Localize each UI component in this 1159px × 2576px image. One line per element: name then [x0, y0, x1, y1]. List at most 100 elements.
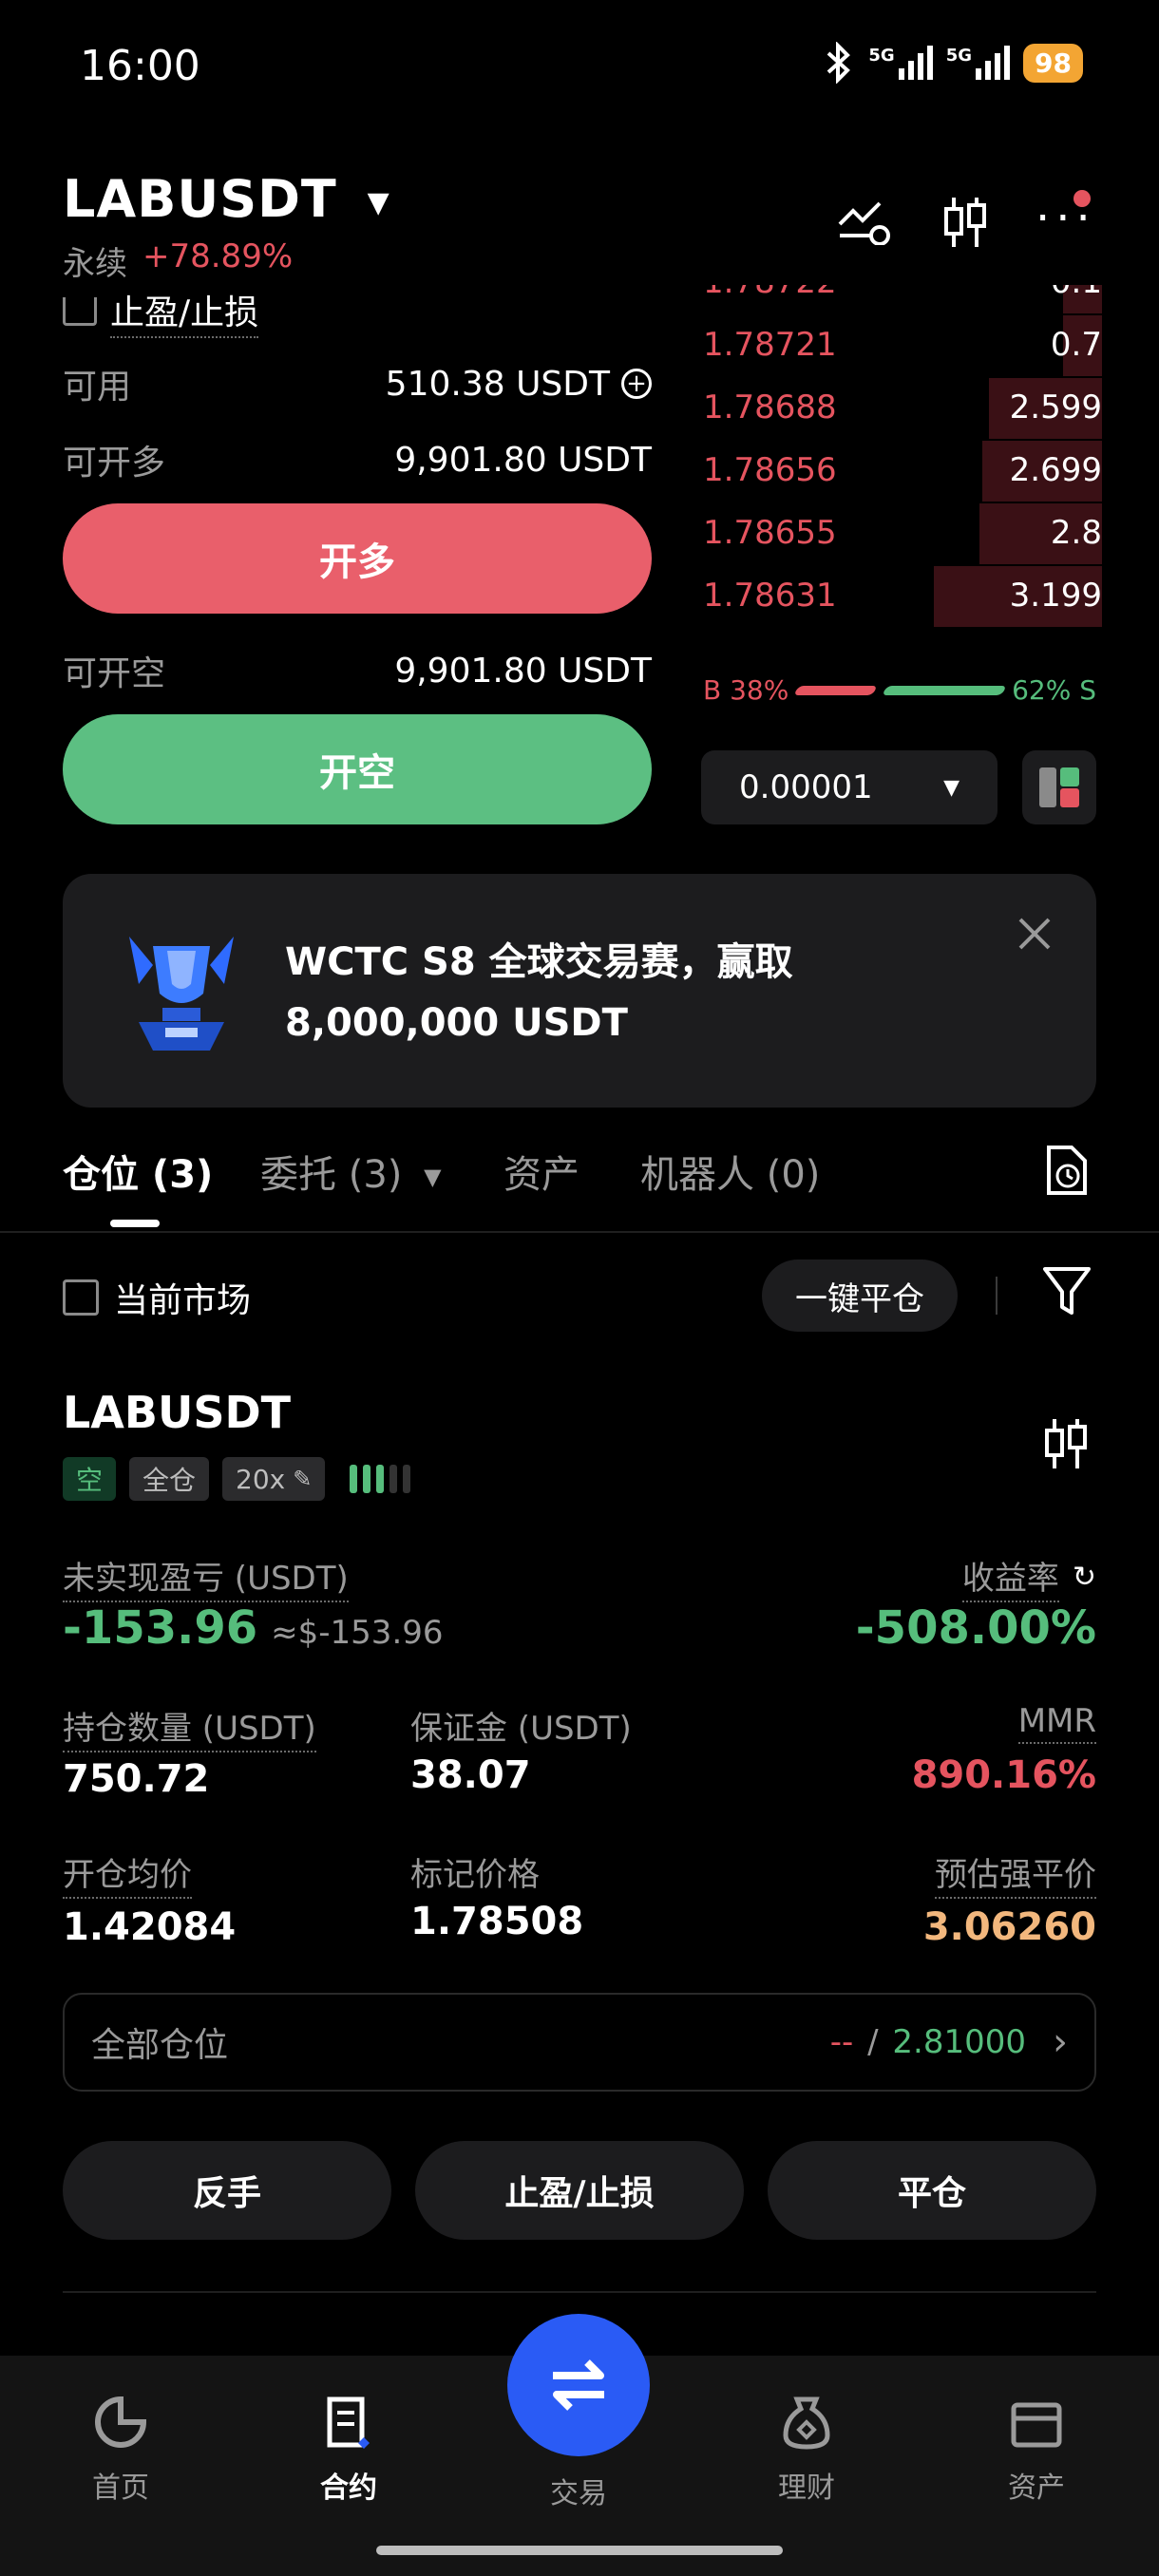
nav-earn[interactable]: 理财 [750, 2394, 864, 2506]
ask-price: 1.78721 [703, 326, 837, 364]
ask-price: 1.78631 [703, 577, 837, 615]
margin-value: 38.07 [410, 1753, 531, 1797]
chart-indicator-icon[interactable] [836, 198, 895, 245]
tpsl-checkbox[interactable] [63, 297, 97, 326]
nav-futures[interactable]: 合约 [292, 2394, 406, 2506]
entry-price-label: 开仓均价 [63, 1848, 192, 1899]
trophy-icon [129, 937, 234, 1051]
history-icon[interactable] [1043, 1144, 1091, 1197]
home-icon [95, 2396, 147, 2448]
nav-trade-label: 交易 [550, 2477, 607, 2510]
can-long-value: 9,901.80 USDT [394, 440, 652, 480]
available-row: 可用 510.38 USDT + [63, 359, 652, 408]
layout-icon [1039, 767, 1079, 807]
ask-price: 1.78688 [703, 388, 837, 426]
ask-row[interactable]: 1.78656 2.699 [703, 439, 1102, 502]
all-positions-label: 全部仓位 [91, 2026, 229, 2065]
ask-qty: 0.7 [1050, 326, 1102, 364]
unrealized-pnl-label: 未实现盈亏 (USDT) [63, 1552, 349, 1602]
symbol-selector[interactable]: LABUSDT ▼ [63, 169, 390, 229]
tab-assets[interactable]: 资产 [504, 1144, 580, 1199]
bluetooth-icon [827, 42, 851, 84]
mmr-value: 890.16% [911, 1753, 1096, 1797]
nav-futures-label: 合约 [320, 2472, 377, 2505]
open-short-button[interactable]: 开空 [63, 714, 652, 824]
tpsl-checkbox-row[interactable]: 止盈/止损 [63, 285, 259, 338]
status-time: 16:00 [80, 42, 200, 90]
ask-row[interactable]: 1.78721 0.7 [703, 313, 1102, 376]
unrealized-pnl: -153.96 ≈$-153.96 [63, 1601, 444, 1655]
contract-type: 永续 [63, 245, 127, 283]
notification-dot [1074, 190, 1091, 207]
all-positions-row[interactable]: 全部仓位 -- / 2.81000 › [63, 1993, 1096, 2092]
banner-title: WCTC S8 全球交易赛，赢取 [285, 940, 793, 984]
buy-sell-ratio: B 38% 62% S [703, 674, 1096, 706]
can-long-label: 可开多 [63, 444, 166, 483]
liq-price-label: 预估强平价 [935, 1848, 1096, 1899]
nav-assets[interactable]: 资产 [979, 2394, 1093, 2506]
tab-bots[interactable]: 机器人 (0) [640, 1144, 820, 1199]
nav-assets-label: 资产 [1008, 2472, 1065, 2505]
tabs-divider [0, 1231, 1159, 1233]
banner-subtitle: 8,000,000 USDT [285, 1001, 628, 1045]
status-icons: 5G 5G 98 [823, 42, 1083, 84]
edit-icon: ✎ [293, 1466, 313, 1492]
available-label: 可用 [63, 368, 132, 407]
futures-icon [327, 2396, 370, 2449]
all-positions-sep: / [857, 2023, 889, 2061]
ask-row[interactable]: 1.78655 2.8 [703, 502, 1102, 564]
reverse-button[interactable]: 反手 [63, 2141, 391, 2240]
open-long-button[interactable]: 开多 [63, 503, 652, 614]
ask-price: 1.78656 [703, 451, 837, 489]
orderbook-layout-button[interactable] [1022, 750, 1096, 824]
ask-qty: 2.699 [1009, 451, 1102, 489]
risk-level-icon [350, 1465, 411, 1493]
ask-row[interactable]: 1.78631 3.199 [703, 564, 1102, 627]
nav-trade[interactable]: 交易 [522, 2470, 636, 2511]
candlestick-icon[interactable] [940, 194, 990, 251]
mmr-label: MMR [1017, 1702, 1096, 1744]
tpsl-button[interactable]: 止盈/止损 [415, 2141, 744, 2240]
current-market-checkbox[interactable] [63, 1279, 99, 1316]
precision-value: 0.00001 [739, 768, 873, 806]
battery-indicator: 98 [1023, 43, 1083, 83]
close-all-button[interactable]: 一键平仓 [762, 1260, 958, 1332]
position-symbol[interactable]: LABUSDT [63, 1387, 291, 1438]
more-icon[interactable]: ··· [1036, 196, 1096, 241]
roe-header[interactable]: 收益率 ↻ [961, 1552, 1096, 1602]
tab-orders[interactable]: 委托 (3) ▼ [260, 1144, 442, 1199]
available-value: 510.38 USDT [385, 364, 610, 404]
ratio-bar [793, 685, 1007, 695]
filter-icon[interactable] [1041, 1265, 1092, 1318]
divider [63, 2291, 1096, 2293]
entry-price-value: 1.42084 [63, 1905, 237, 1949]
leverage-value: 20x [236, 1463, 286, 1495]
ratio-sell-bar [882, 685, 1007, 695]
ask-price: 1.78655 [703, 514, 837, 552]
close-position-button[interactable]: 平仓 [768, 2141, 1096, 2240]
tab-orders-label: 委托 (3) [260, 1153, 403, 1197]
sell-ratio-label: 62% S [1012, 674, 1096, 706]
nav-home[interactable]: 首页 [64, 2394, 178, 2506]
can-short-row: 可开空 9,901.80 USDT [63, 646, 652, 695]
close-icon[interactable] [1016, 916, 1053, 952]
promo-banner[interactable]: WCTC S8 全球交易赛，赢取 8,000,000 USDT [63, 874, 1096, 1108]
share-icon: ↻ [1072, 1561, 1096, 1594]
precision-select[interactable]: 0.00001 ▼ [701, 750, 998, 824]
leverage-tag[interactable]: 20x ✎ [222, 1457, 326, 1501]
mark-price-value: 1.78508 [410, 1900, 584, 1943]
caret-down-icon: ▼ [424, 1164, 442, 1190]
all-positions-value: 2.81000 [892, 2023, 1026, 2061]
current-market-label: 当前市场 [114, 1281, 252, 1320]
current-market-filter[interactable]: 当前市场 [63, 1273, 251, 1322]
position-size-value: 750.72 [63, 1757, 210, 1801]
ask-row[interactable]: 1.78722 0.1 [703, 285, 1102, 313]
ask-row[interactable]: 1.78688 2.599 [703, 376, 1102, 439]
can-short-label: 可开空 [63, 654, 166, 693]
tab-positions[interactable]: 仓位 (3) [63, 1144, 213, 1199]
add-funds-icon[interactable]: + [621, 369, 652, 399]
candlestick-icon[interactable] [1041, 1415, 1091, 1472]
trade-fab-button[interactable] [507, 2314, 650, 2456]
nav-home-label: 首页 [92, 2472, 149, 2505]
caret-down-icon: ▼ [943, 775, 960, 800]
